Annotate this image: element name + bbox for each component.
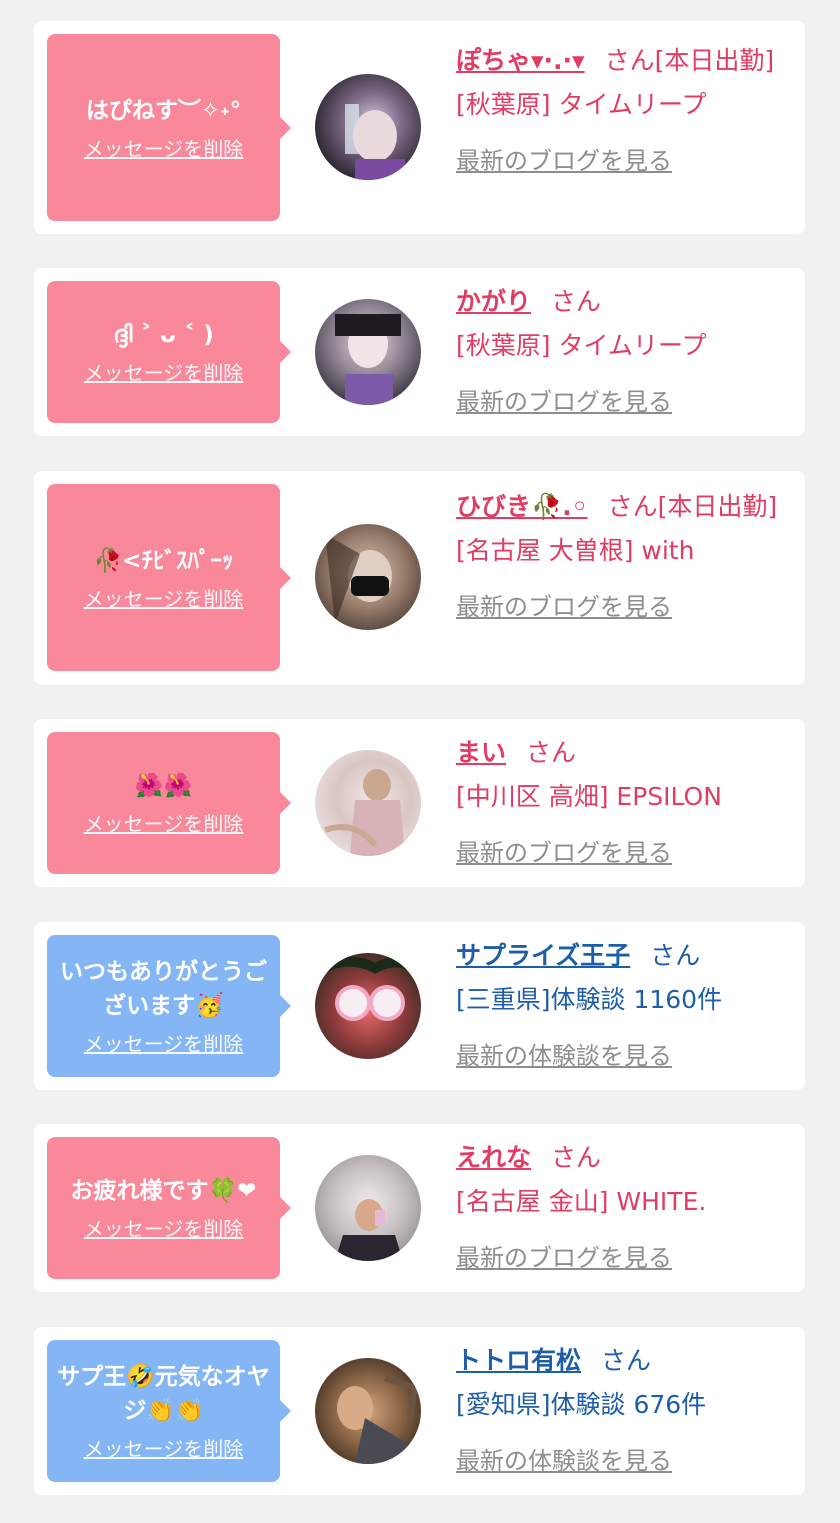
message-card: ദ്ദി ˃ ᴗ ˂ ) メッセージを削除 かがり さん [秋葉原] タイムリープ…: [34, 268, 805, 436]
message-text: はぴねす︶✧˖°: [85, 97, 242, 124]
delete-message-link[interactable]: メッセージを削除: [84, 1031, 244, 1057]
user-name[interactable]: サプライズ王子: [456, 941, 630, 970]
message-bubble: お疲れ様です🍀❤ メッセージを削除: [47, 1137, 291, 1279]
avatar-image: [345, 104, 405, 180]
avatar-image: [315, 956, 421, 1021]
name-suffix: さん: [601, 1346, 652, 1375]
user-name[interactable]: ひびき🥀.◦: [456, 492, 588, 521]
avatar-image: [337, 1375, 419, 1464]
message-card: サプ王🤣元気なオヤジ👏👏 メッセージを削除 トトロ有松 さん [愛知県]体験談 6…: [34, 1327, 805, 1495]
avatar[interactable]: [315, 750, 421, 856]
latest-blog-link[interactable]: 最新のブログを見る: [456, 139, 791, 183]
shop-label: [名古屋 大曽根] with: [456, 536, 695, 565]
avatar[interactable]: [315, 953, 421, 1059]
message-bubble: いつもありがとうございます🥳 メッセージを削除: [47, 935, 291, 1077]
avatar[interactable]: [315, 1155, 421, 1261]
name-suffix: さん: [551, 287, 602, 316]
experience-count: [三重県]体験談 1160件: [456, 985, 723, 1014]
user-name[interactable]: かがり: [456, 287, 531, 316]
message-text: お疲れ様です🍀❤: [70, 1178, 257, 1204]
message-bubble: はぴねす︶✧˖° メッセージを削除: [47, 34, 291, 221]
message-card: 🌺🌺 メッセージを削除 まい さん [中川区 高畑] EPSILON 最新のブログ…: [34, 719, 805, 887]
shop-label: [中川区 高畑] EPSILON: [456, 782, 722, 811]
message-card: はぴねす︶✧˖° メッセージを削除 ぽちゃ▾·.·▾ さん[本日出勤] [秋葉原]…: [34, 21, 805, 234]
latest-blog-link[interactable]: 最新のブログを見る: [456, 585, 791, 629]
user-info: サプライズ王子 さん [三重県]体験談 1160件 最新の体験談を見る: [456, 934, 791, 1078]
user-name[interactable]: まい: [456, 738, 506, 767]
name-suffix: さん: [650, 941, 701, 970]
user-name[interactable]: えれな: [456, 1143, 531, 1172]
latest-review-link[interactable]: 最新の体験談を見る: [456, 1439, 791, 1483]
avatar[interactable]: [315, 1358, 421, 1464]
message-card: 🥀<ﾁﾋﾞｽﾊﾟｰｯ メッセージを削除 ひびき🥀.◦ さん[本日出勤] [名古屋 …: [34, 471, 805, 685]
avatar-image: [325, 534, 392, 624]
message-bubble: ദ്ദി ˃ ᴗ ˂ ) メッセージを削除: [47, 281, 291, 423]
user-info: まい さん [中川区 高畑] EPSILON 最新のブログを見る: [456, 731, 791, 875]
experience-count: [愛知県]体験談 676件: [456, 1390, 707, 1419]
name-suffix: さん[本日出勤]: [607, 492, 778, 521]
delete-message-link[interactable]: メッセージを削除: [84, 1436, 244, 1462]
delete-message-link[interactable]: メッセージを削除: [84, 811, 244, 837]
avatar-image: [335, 1199, 403, 1261]
user-info: かがり さん [秋葉原] タイムリープ 最新のブログを見る: [456, 280, 791, 424]
avatar-image: [324, 769, 405, 856]
user-name[interactable]: ぽちゃ▾·.·▾: [456, 46, 585, 75]
message-card: お疲れ様です🍀❤ メッセージを削除 えれな さん [名古屋 金山] WHITE. …: [34, 1124, 805, 1292]
message-bubble: 🌺🌺 メッセージを削除: [47, 732, 291, 874]
name-suffix: さん: [551, 1143, 602, 1172]
avatar[interactable]: [315, 299, 421, 405]
message-text: 🥀<ﾁﾋﾞｽﾊﾟｰｯ: [93, 547, 234, 574]
delete-message-link[interactable]: メッセージを削除: [84, 360, 244, 386]
latest-review-link[interactable]: 最新の体験談を見る: [456, 1034, 791, 1078]
user-info: ひびき🥀.◦ さん[本日出勤] [名古屋 大曽根] with 最新のブログを見る: [456, 485, 791, 629]
delete-message-link[interactable]: メッセージを削除: [84, 1216, 244, 1242]
avatar-image: [335, 314, 401, 405]
delete-message-link[interactable]: メッセージを削除: [84, 136, 244, 162]
shop-label: [秋葉原] タイムリープ: [456, 90, 707, 119]
latest-blog-link[interactable]: 最新のブログを見る: [456, 831, 791, 875]
shop-label: [名古屋 金山] WHITE.: [456, 1187, 707, 1216]
message-text: 🌺🌺: [134, 773, 193, 799]
user-info: ぽちゃ▾·.·▾ さん[本日出勤] [秋葉原] タイムリープ 最新のブログを見る: [456, 39, 791, 183]
name-suffix: さん[本日出勤]: [604, 46, 775, 75]
user-info: トトロ有松 さん [愛知県]体験談 676件 最新の体験談を見る: [456, 1339, 791, 1483]
message-card: いつもありがとうございます🥳 メッセージを削除 サプライズ王子 さん [三重県]体…: [34, 922, 805, 1090]
latest-blog-link[interactable]: 最新のブログを見る: [456, 1236, 791, 1280]
user-name[interactable]: トトロ有松: [456, 1346, 581, 1375]
message-text: ദ്ദി ˃ ᴗ ˂ ): [113, 322, 214, 348]
name-suffix: さん: [526, 738, 577, 767]
message-bubble: 🥀<ﾁﾋﾞｽﾊﾟｰｯ メッセージを削除: [47, 484, 291, 671]
latest-blog-link[interactable]: 最新のブログを見る: [456, 380, 791, 424]
avatar[interactable]: [315, 524, 421, 630]
message-text: サプ王🤣元気なオヤジ👏👏: [57, 1364, 270, 1424]
avatar[interactable]: [315, 74, 421, 180]
message-text: いつもありがとうございます🥳: [60, 959, 267, 1019]
message-bubble: サプ王🤣元気なオヤジ👏👏 メッセージを削除: [47, 1340, 291, 1482]
delete-message-link[interactable]: メッセージを削除: [84, 586, 244, 612]
user-info: えれな さん [名古屋 金山] WHITE. 最新のブログを見る: [456, 1136, 791, 1280]
shop-label: [秋葉原] タイムリープ: [456, 331, 707, 360]
